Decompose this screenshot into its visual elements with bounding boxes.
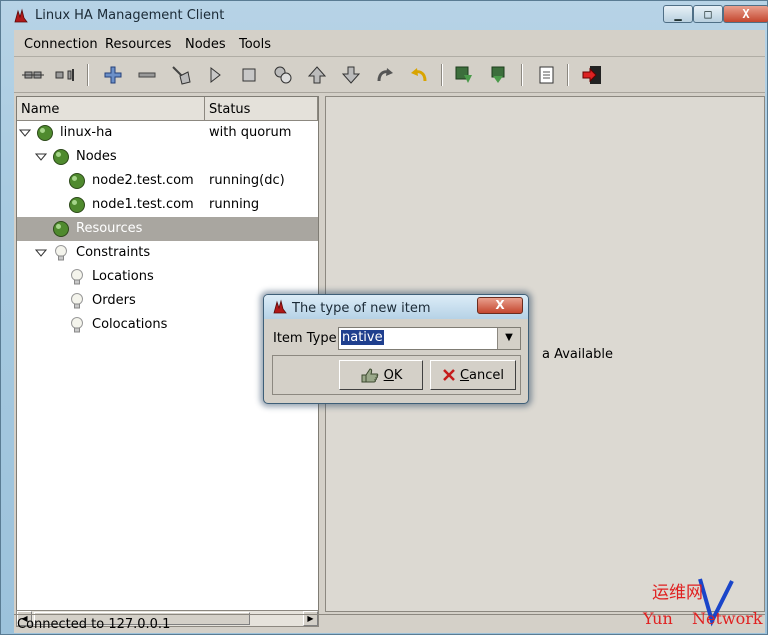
watermark-yun: Yun (642, 609, 673, 628)
tree-label: Orders (92, 293, 136, 308)
dropdown-arrow-icon[interactable]: ▼ (497, 328, 520, 349)
active-icon[interactable] (485, 63, 511, 87)
window-title: Linux HA Management Client (35, 8, 225, 23)
menu-resources[interactable]: Resources (105, 37, 171, 52)
ok-button[interactable]: OK (339, 360, 423, 390)
redo-icon[interactable] (372, 63, 398, 87)
tree-label: Resources (76, 221, 143, 236)
item-type-select[interactable]: native ▼ (338, 327, 521, 350)
title-bar[interactable]: Linux HA Management Client ▁ □ X (9, 5, 768, 27)
exit-icon[interactable] (579, 63, 605, 87)
dialog-close-button[interactable]: X (477, 297, 523, 314)
collapse-arrow-icon[interactable] (35, 151, 47, 163)
undo-icon[interactable] (406, 63, 432, 87)
tree-label: Colocations (92, 317, 168, 332)
collapse-arrow-icon[interactable] (19, 127, 31, 139)
toolbar-separator (87, 64, 89, 86)
dialog-title-bar[interactable]: The type of new item X (264, 295, 528, 319)
tree-row-node2[interactable]: node2.test.com running(dc) (17, 169, 318, 193)
watermark-line1: 运维网 (652, 583, 703, 603)
green-ball-icon (37, 125, 53, 141)
log-icon[interactable] (533, 63, 559, 87)
cancel-x-icon (443, 369, 455, 381)
cleanup-icon[interactable] (168, 63, 194, 87)
tree-label: Constraints (76, 245, 151, 260)
disconnect-icon[interactable] (52, 63, 78, 87)
bulb-icon (71, 317, 83, 333)
empty-detail-text: a Available (542, 347, 613, 362)
menu-tools[interactable]: Tools (239, 37, 271, 52)
toolbar-separator (441, 64, 443, 86)
up-icon[interactable] (304, 63, 330, 87)
tree-label: node1.test.com (92, 197, 194, 212)
add-icon[interactable] (100, 63, 126, 87)
tree-label: node2.test.com (92, 173, 194, 188)
tree-status: with quorum (209, 125, 292, 140)
dialog-button-row: OK Cancel (272, 355, 521, 395)
start-icon[interactable] (202, 63, 228, 87)
bulb-icon (71, 293, 83, 309)
migrate-icon[interactable] (270, 63, 296, 87)
collapse-arrow-icon[interactable] (35, 247, 47, 259)
bulb-icon (55, 245, 67, 261)
dialog-title: The type of new item (292, 301, 431, 316)
tree-row-node1[interactable]: node1.test.com running (17, 193, 318, 217)
standby-icon[interactable] (451, 63, 477, 87)
watermark-logo: 运维网 Yun Network (642, 578, 763, 628)
toolbar (14, 59, 765, 93)
thumbs-up-icon (361, 368, 378, 383)
column-header-status[interactable]: Status (205, 97, 318, 121)
green-ball-icon (69, 173, 85, 189)
green-ball-icon (53, 221, 69, 237)
remove-icon[interactable] (134, 63, 160, 87)
minimize-button[interactable]: ▁ (663, 5, 693, 23)
item-type-value: native (341, 330, 384, 345)
connect-icon[interactable] (20, 63, 46, 87)
column-header-name[interactable]: Name (17, 97, 205, 121)
watermark-network: Network (692, 609, 763, 628)
close-button[interactable]: X (723, 5, 768, 23)
tree-row-constraints[interactable]: Constraints (17, 241, 318, 265)
tree-status: running(dc) (209, 173, 285, 188)
tree-status: running (209, 197, 260, 212)
heartbeat-app-icon (273, 299, 287, 314)
green-ball-icon (69, 197, 85, 213)
cancel-label: Cancel (459, 367, 505, 383)
menu-nodes[interactable]: Nodes (185, 37, 226, 52)
tree-row-resources[interactable]: Resources (17, 217, 318, 241)
bulb-icon (71, 269, 83, 285)
ok-label: OK (383, 367, 403, 383)
menu-bar: Connection Resources Nodes Tools (14, 31, 765, 57)
menu-connection[interactable]: Connection (24, 37, 98, 52)
heartbeat-app-icon (14, 8, 28, 23)
green-ball-icon (53, 149, 69, 165)
cancel-button[interactable]: Cancel (430, 360, 516, 390)
maximize-button[interactable]: □ (693, 5, 723, 23)
tree-row-locations[interactable]: Locations (17, 265, 318, 289)
tree-label: Nodes (76, 149, 117, 164)
tree-row-nodes[interactable]: Nodes (17, 145, 318, 169)
tree-row-linux-ha[interactable]: linux-ha with quorum (17, 121, 318, 145)
toolbar-separator (521, 64, 523, 86)
down-icon[interactable] (338, 63, 364, 87)
stop-icon[interactable] (236, 63, 262, 87)
toolbar-separator (567, 64, 569, 86)
tree-label: Locations (92, 269, 154, 284)
connection-status: Connected to 127.0.0.1 (17, 617, 171, 632)
tree-label: linux-ha (60, 125, 113, 140)
new-item-dialog: The type of new item X Item Type: native… (263, 294, 529, 404)
item-type-label: Item Type: (273, 331, 341, 346)
